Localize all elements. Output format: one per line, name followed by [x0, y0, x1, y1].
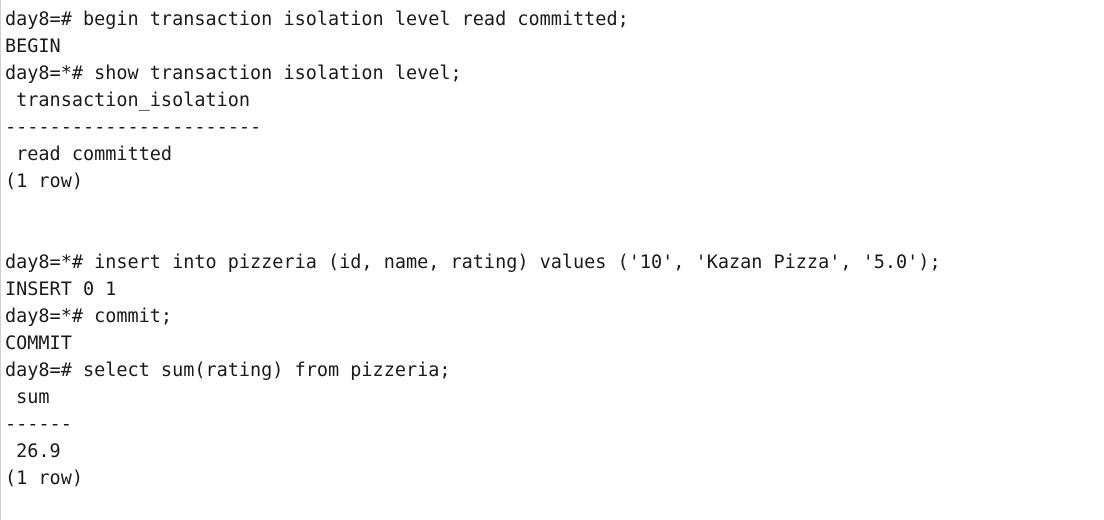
terminal-output[interactable]: day8=# begin transaction isolation level…	[0, 0, 1104, 520]
output-insert: INSERT 0 1	[5, 279, 117, 300]
result-value: read committed	[5, 144, 173, 165]
result-row-count: (1 row)	[5, 171, 83, 192]
output-commit: COMMIT	[5, 333, 72, 354]
command-line-show: day8=*# show transaction isolation level…	[5, 63, 462, 84]
command-line-insert: day8=*# insert into pizzeria (id, name, …	[5, 252, 941, 273]
result-column-header: sum	[5, 387, 50, 408]
result-separator: ------	[5, 414, 72, 435]
result-value: 26.9	[5, 441, 61, 462]
terminal-lines: day8=# begin transaction isolation level…	[5, 6, 941, 492]
result-separator: -----------------------	[5, 117, 262, 138]
command-line-select: day8=# select sum(rating) from pizzeria;	[5, 360, 451, 381]
command-line-begin: day8=# begin transaction isolation level…	[5, 9, 629, 30]
result-row-count: (1 row)	[5, 468, 83, 489]
command-line-commit: day8=*# commit;	[5, 306, 173, 327]
output-begin: BEGIN	[5, 36, 61, 57]
result-column-header: transaction_isolation	[5, 90, 251, 111]
